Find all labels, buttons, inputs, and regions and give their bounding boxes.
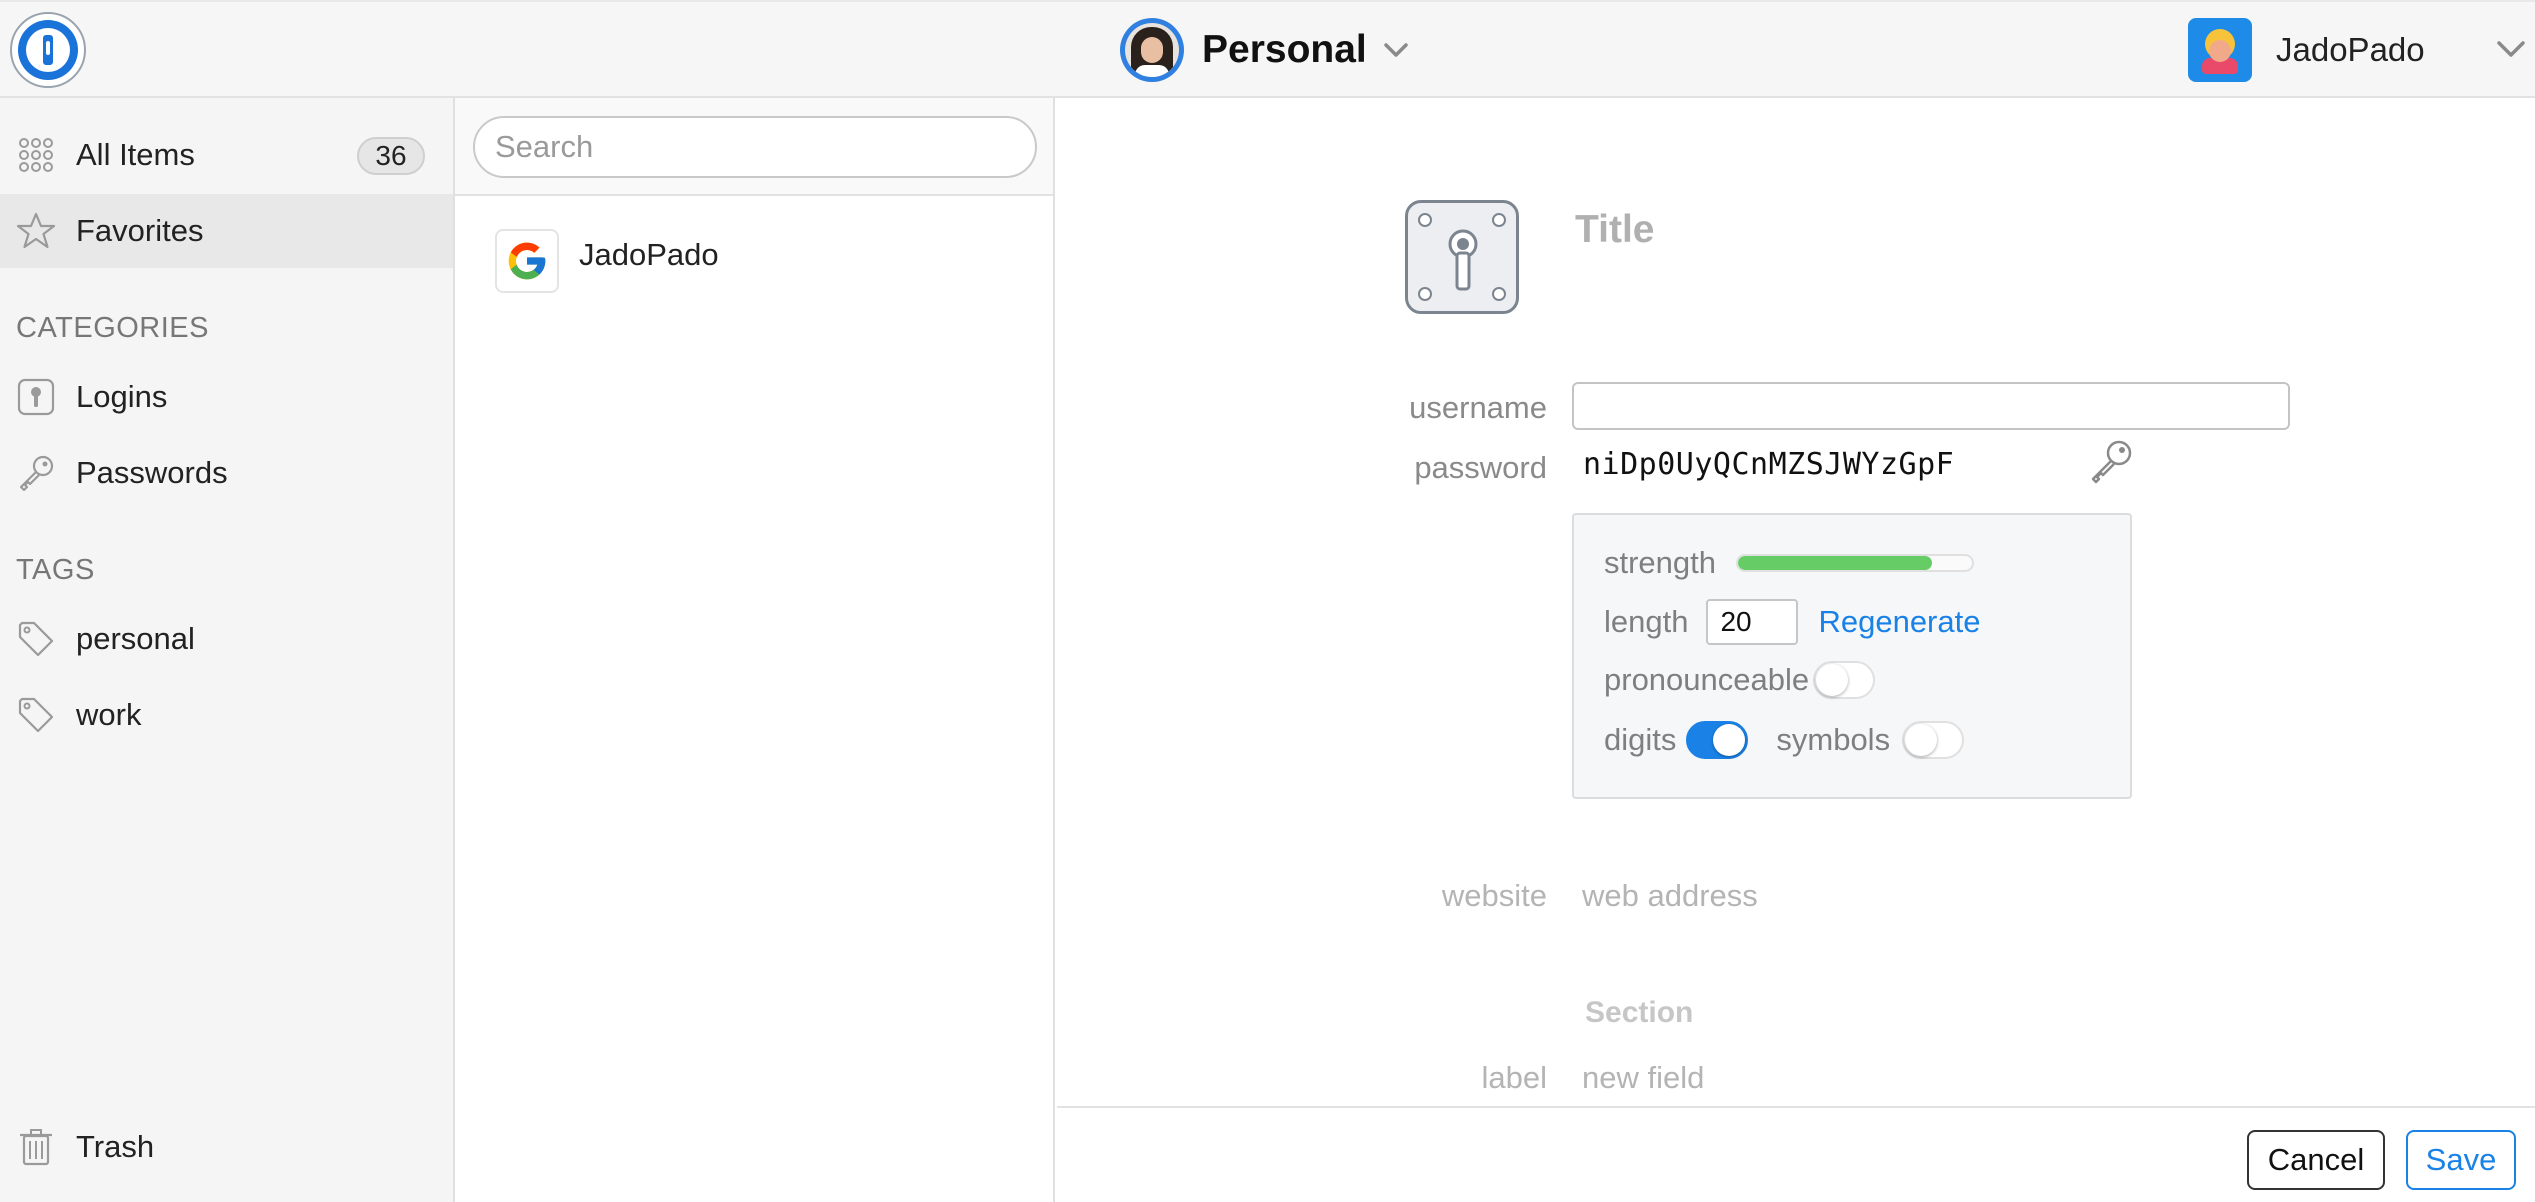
pronounceable-toggle[interactable]	[1813, 661, 1876, 699]
sidebar-item-label: Favorites	[76, 213, 204, 248]
tag-icon	[16, 619, 56, 659]
google-icon	[495, 229, 559, 293]
sidebar: All Items 36 Favorites CATEGORIES Logins	[0, 98, 455, 1202]
all-items-icon	[16, 135, 56, 175]
strength-meter-fill	[1738, 556, 1933, 570]
symbols-label: symbols	[1776, 722, 1891, 757]
digits-toggle[interactable]	[1686, 721, 1749, 759]
sidebar-item-label: Logins	[76, 379, 168, 414]
custom-field-input[interactable]: new field	[1582, 1060, 1704, 1096]
vault-switcher[interactable]: Personal	[1120, 18, 1409, 82]
custom-field-label[interactable]: label	[1247, 1060, 1548, 1096]
tags-heading: TAGS	[16, 554, 95, 586]
symbols-toggle[interactable]	[1902, 721, 1965, 759]
strength-label: strength	[1604, 545, 1717, 580]
sidebar-item-tag-personal[interactable]: personal	[0, 602, 453, 676]
strength-meter	[1736, 554, 1975, 572]
search-input[interactable]	[473, 116, 1037, 178]
tag-icon	[16, 695, 56, 735]
chevron-down-icon	[1384, 43, 1408, 57]
sidebar-item-label: Passwords	[76, 455, 228, 490]
categories-heading: CATEGORIES	[16, 312, 209, 344]
key-icon	[16, 453, 56, 493]
sidebar-item-passwords[interactable]: Passwords	[0, 436, 453, 510]
vault-name: Personal	[1202, 28, 1367, 71]
sidebar-item-favorites[interactable]: Favorites	[0, 194, 453, 268]
length-label: length	[1604, 604, 1689, 639]
sidebar-item-label: All Items	[76, 137, 195, 172]
login-icon	[16, 377, 56, 417]
password-generator-key-icon[interactable]	[2087, 438, 2135, 486]
pronounceable-label: pronounceable	[1604, 662, 1810, 697]
digits-symbols-row: digits symbols	[1604, 721, 1965, 759]
password-generator-panel: strength length Regenerate pronounceable…	[1572, 513, 2132, 799]
account-switcher[interactable]: JadoPado	[2188, 18, 2425, 82]
app-logo-icon[interactable]	[10, 12, 86, 88]
section-title[interactable]: Section	[1585, 996, 1693, 1030]
list-item[interactable]: JadoPado	[455, 216, 1051, 306]
account-name: JadoPado	[2276, 31, 2425, 68]
title-input[interactable]	[1575, 208, 2175, 252]
sidebar-item-logins[interactable]: Logins	[0, 360, 453, 434]
length-row: length Regenerate	[1604, 599, 1980, 645]
account-avatar	[2188, 18, 2252, 82]
editor-footer: Cancel Save	[1057, 1106, 2535, 1202]
item-count-badge: 36	[357, 137, 425, 175]
password-value[interactable]: niDp0UyQCnMZSJWYzGpF	[1583, 447, 1954, 482]
sidebar-item-all-items[interactable]: All Items 36	[0, 118, 453, 192]
username-input[interactable]	[1572, 382, 2290, 430]
search-bar	[455, 98, 1053, 196]
item-editor: username password niDp0UyQCnMZSJWYzGpF s…	[1057, 98, 2535, 1106]
pronounceable-row: pronounceable	[1604, 661, 1876, 699]
length-input[interactable]	[1706, 599, 1799, 645]
website-label: website	[1441, 878, 1547, 913]
login-item-icon[interactable]	[1405, 200, 1519, 314]
vault-avatar	[1120, 18, 1184, 82]
cancel-button[interactable]: Cancel	[2247, 1130, 2385, 1190]
sidebar-item-label: personal	[76, 621, 195, 656]
regenerate-button[interactable]: Regenerate	[1818, 604, 1980, 640]
sidebar-item-tag-work[interactable]: work	[0, 678, 453, 752]
digits-label: digits	[1604, 722, 1677, 757]
sidebar-item-label: Trash	[76, 1129, 155, 1164]
strength-row: strength	[1604, 545, 1975, 581]
username-label: username	[1409, 390, 1547, 425]
trash-icon	[16, 1127, 56, 1167]
password-label: password	[1414, 450, 1547, 485]
save-button[interactable]: Save	[2406, 1130, 2516, 1190]
list-item-title: JadoPado	[579, 237, 719, 272]
website-input[interactable]: web address	[1582, 878, 1758, 914]
star-icon	[16, 211, 56, 251]
top-bar: Personal JadoPado	[0, 0, 2535, 98]
sidebar-item-label: work	[76, 697, 142, 732]
sidebar-item-trash[interactable]: Trash	[0, 1110, 453, 1184]
item-list-pane: JadoPado	[455, 98, 1055, 1202]
account-chevron-down-icon[interactable]	[2496, 36, 2526, 62]
